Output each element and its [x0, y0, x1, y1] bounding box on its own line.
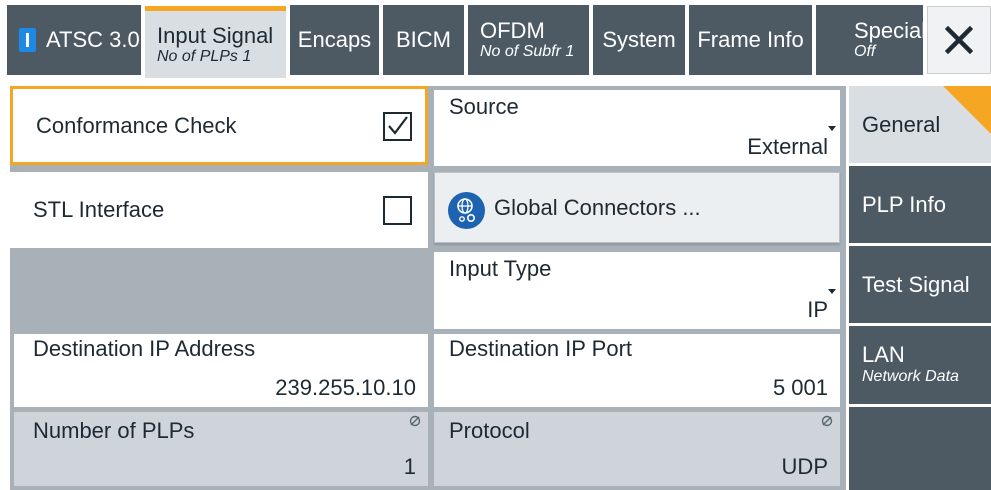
protocol-field: Protocol UDP: [434, 412, 840, 486]
settings-panel: Conformance Check Source External STL In…: [10, 86, 846, 490]
tab-sublabel: No of PLPs 1: [157, 47, 252, 65]
source-dropdown[interactable]: Source External: [434, 90, 840, 166]
tab-sublabel: No of Subfr 1: [480, 43, 575, 60]
field-label: Destination IP Port: [449, 336, 633, 361]
tab-label: ATSC 3.0: [46, 27, 140, 52]
destination-ip-address-field[interactable]: Destination IP Address 239.255.10.10: [14, 334, 428, 407]
close-icon: [945, 26, 973, 54]
tab-label: OFDM: [480, 18, 545, 43]
dropdown-arrow-icon: [828, 126, 836, 131]
stl-interface-field[interactable]: STL Interface: [10, 172, 428, 248]
tab-label: System: [602, 27, 676, 52]
tab-sublabel: Off: [854, 43, 876, 60]
side-tab-sublabel: Network Data: [862, 368, 959, 385]
tab-bar: ATSC 3.0 Input Signal No of PLPs 1 Encap…: [0, 0, 991, 78]
side-tab-label: LAN: [862, 342, 905, 367]
tab-bicm[interactable]: BICM: [383, 5, 464, 75]
tab-label: Special: [854, 18, 927, 43]
tab-label: Input Signal: [157, 22, 274, 48]
input-type-dropdown[interactable]: Input Type IP: [434, 252, 840, 329]
side-tab-general[interactable]: General: [849, 86, 991, 163]
side-tab-panel: General PLP Info Test Signal LAN Network…: [846, 86, 991, 490]
field-value: 5 001: [772, 375, 828, 400]
tab-special[interactable]: Special Off: [816, 5, 927, 75]
tab-label: Encaps: [297, 27, 372, 52]
field-label: Conformance Check: [36, 113, 237, 138]
read-only-icon: [409, 415, 421, 427]
field-label: Destination IP Address: [33, 336, 256, 361]
field-value: 239.255.10.10: [275, 375, 416, 400]
field-value: 1: [403, 454, 416, 479]
stl-interface-checkbox[interactable]: [383, 196, 412, 225]
destination-ip-port-field[interactable]: Destination IP Port 5 001: [434, 334, 840, 407]
field-label: Source: [449, 94, 519, 119]
global-connectors-button[interactable]: Global Connectors ...: [434, 172, 840, 243]
side-tab-label: Test Signal: [862, 271, 970, 297]
conformance-check-field[interactable]: Conformance Check: [10, 86, 428, 165]
active-corner-marker: [943, 86, 991, 134]
tab-label: Frame Info: [697, 27, 804, 52]
field-value: IP: [807, 297, 828, 322]
checkmark-icon: [388, 116, 408, 135]
field-value: External: [747, 134, 828, 159]
field-label: STL Interface: [33, 197, 165, 222]
field-label: Input Type: [449, 256, 552, 281]
side-tab-label: PLP Info: [862, 191, 946, 217]
tab-system[interactable]: System: [593, 5, 685, 75]
conformance-check-checkbox[interactable]: [383, 112, 412, 141]
side-tab-test-signal[interactable]: Test Signal: [849, 246, 991, 323]
global-connectors-icon: [448, 192, 485, 229]
side-tab-empty: [849, 407, 991, 490]
field-label: Protocol: [449, 418, 530, 443]
close-button[interactable]: [927, 6, 991, 74]
number-of-plps-field: Number of PLPs 1: [14, 412, 428, 486]
tab-label: BICM: [396, 27, 451, 52]
tab-atsc-3-0[interactable]: ATSC 3.0: [7, 5, 141, 75]
tab-ofdm[interactable]: OFDM No of Subfr 1: [468, 5, 589, 75]
field-value: UDP: [781, 454, 828, 479]
read-only-icon: [821, 415, 833, 427]
side-tab-plp-info[interactable]: PLP Info: [849, 166, 991, 243]
tab-input-signal[interactable]: Input Signal No of PLPs 1: [145, 6, 286, 78]
dropdown-arrow-icon: [828, 289, 836, 294]
global-connectors-label: Global Connectors ...: [494, 195, 701, 220]
atsc-logo-icon: [19, 28, 36, 52]
field-label: Number of PLPs: [33, 418, 195, 443]
side-tab-lan[interactable]: LAN Network Data: [849, 326, 991, 404]
tab-encaps[interactable]: Encaps: [290, 5, 379, 75]
tab-frame-info[interactable]: Frame Info: [689, 5, 812, 75]
